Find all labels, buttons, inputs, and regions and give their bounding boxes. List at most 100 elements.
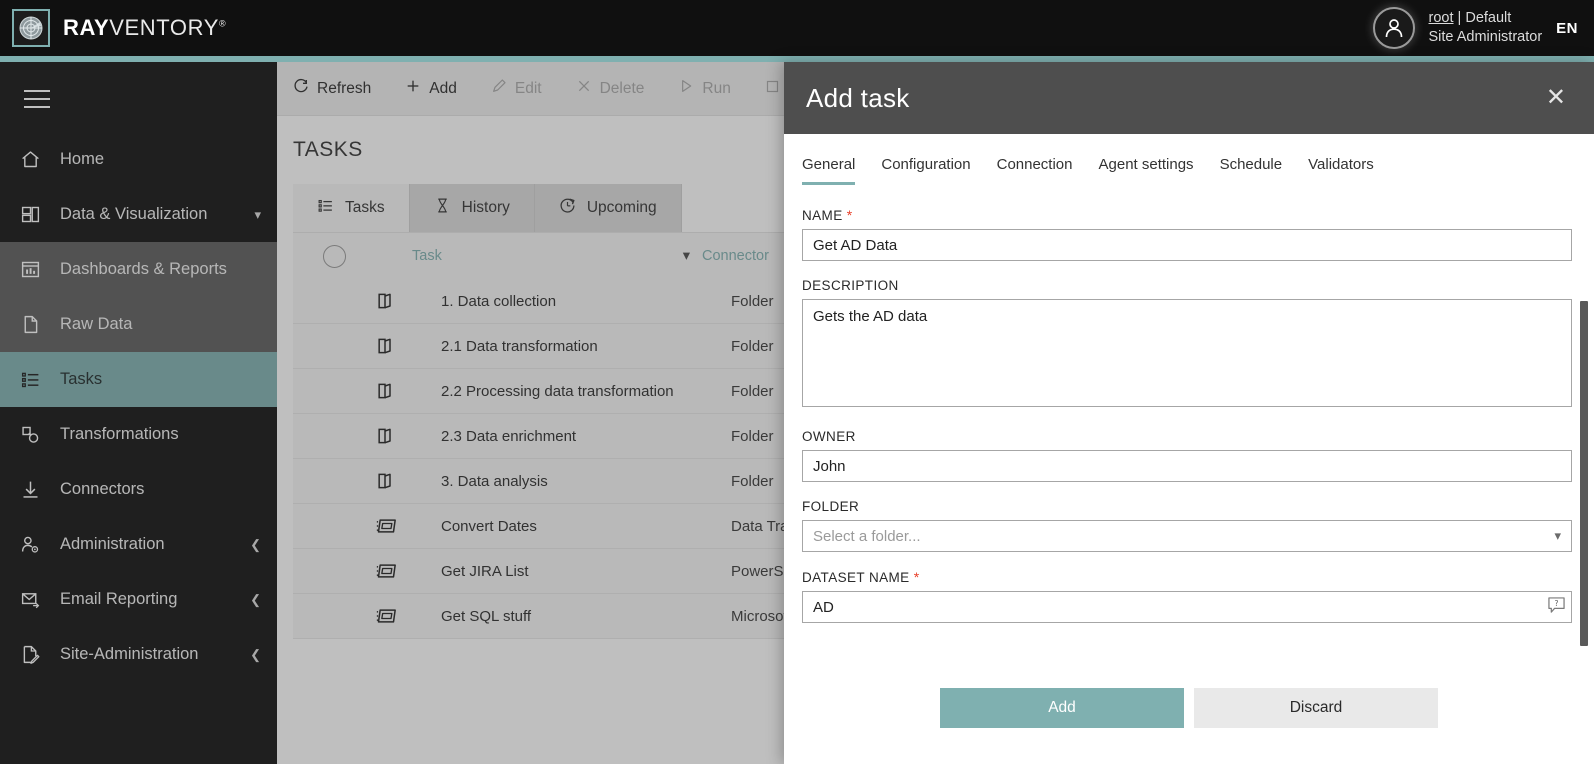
column-header-task[interactable]: Task ▾ — [412, 248, 702, 264]
task-name: 2.2 Processing data transformation — [441, 383, 731, 400]
brand-logo[interactable]: RAYVENTORY® — [0, 9, 226, 47]
home-icon — [20, 149, 50, 170]
avatar[interactable] — [1373, 7, 1415, 49]
owner-input[interactable] — [802, 450, 1572, 482]
sidebar-item-transformations[interactable]: Transformations — [0, 407, 277, 462]
chevron-left-icon: ❮ — [250, 592, 261, 608]
checkbox-icon — [765, 79, 780, 99]
folder-icon — [375, 381, 415, 401]
tab-validators[interactable]: Validators — [1308, 156, 1374, 185]
user-separator: | — [1454, 10, 1466, 26]
add-button[interactable]: Add — [405, 78, 457, 99]
sidebar-item-dashboards-reports[interactable]: Dashboards & Reports — [0, 242, 277, 297]
sidebar-item-connectors[interactable]: Connectors — [0, 462, 277, 517]
description-label: DESCRIPTION — [802, 278, 1572, 293]
sort-descending-icon: ▾ — [683, 248, 690, 264]
toolbar-button-label: Edit — [515, 80, 542, 98]
task-name: 1. Data collection — [441, 293, 731, 310]
field-name: NAME * — [802, 207, 1572, 261]
toolbar-button-label: Refresh — [317, 80, 371, 98]
task-icon — [375, 606, 415, 626]
chevron-left-icon: ❮ — [250, 647, 261, 663]
download-arrow-icon — [20, 479, 50, 500]
dataset-input-wrapper: ? — [802, 591, 1572, 623]
dialog-tabs: General Configuration Connection Agent s… — [784, 134, 1594, 185]
sidebar-item-home[interactable]: Home — [0, 132, 277, 187]
task-name: 2.1 Data transformation — [441, 338, 731, 355]
folder-icon — [375, 471, 415, 491]
sidebar-item-email-reporting[interactable]: Email Reporting ❮ — [0, 572, 277, 627]
task-name: 2.3 Data enrichment — [441, 428, 731, 445]
sidebar-item-label: Transformations — [60, 425, 179, 444]
folder-icon — [375, 336, 415, 356]
select-all-circle[interactable] — [323, 245, 346, 268]
add-task-dialog: Add task ✕ General Configuration Connect… — [784, 62, 1594, 764]
sidebar-navigation: Home Data & Visualization ▾ Dashboards &… — [0, 62, 277, 764]
sidebar-item-administration[interactable]: Administration ❮ — [0, 517, 277, 572]
tab-agent-settings[interactable]: Agent settings — [1099, 156, 1194, 185]
tab-history[interactable]: History — [410, 184, 535, 232]
user-name-link[interactable]: root — [1429, 10, 1454, 26]
sidebar-item-data-visualization[interactable]: Data & Visualization ▾ — [0, 187, 277, 242]
clock-refresh-icon — [559, 197, 576, 219]
task-name: Convert Dates — [441, 518, 731, 535]
tab-tasks[interactable]: Tasks — [293, 184, 410, 232]
close-icon[interactable]: ✕ — [1540, 82, 1572, 114]
brand-bold: RAY — [63, 15, 109, 40]
tab-configuration[interactable]: Configuration — [881, 156, 970, 185]
user-info: root | Default Site Administrator — [1429, 9, 1543, 47]
top-header-bar: RAYVENTORY® root | Default Site Administ… — [0, 0, 1594, 56]
run-button[interactable]: Run — [678, 78, 730, 99]
field-dataset-name: DATASET NAME * ? — [802, 569, 1572, 623]
folder-select[interactable] — [802, 520, 1572, 552]
add-button[interactable]: Add — [940, 688, 1184, 728]
user-role: Site Administrator — [1429, 28, 1543, 47]
discard-button[interactable]: Discard — [1194, 688, 1438, 728]
folder-icon — [375, 291, 415, 311]
folder-icon — [375, 426, 415, 446]
sidebar-item-label: Tasks — [60, 370, 102, 389]
refresh-button[interactable]: Refresh — [293, 78, 371, 99]
dataset-name-input[interactable] — [802, 591, 1572, 623]
name-input[interactable] — [802, 229, 1572, 261]
sidebar-item-site-administration[interactable]: Site-Administration ❮ — [0, 627, 277, 682]
brand-wordmark: RAYVENTORY® — [63, 15, 226, 41]
sidebar-item-label: Home — [60, 150, 104, 169]
tab-label: Upcoming — [587, 199, 657, 217]
refresh-icon — [293, 78, 309, 99]
task-icon — [375, 516, 415, 536]
dialog-footer: Add Discard — [784, 678, 1594, 764]
dialog-scrollbar[interactable] — [1580, 301, 1588, 646]
help-bubble-icon[interactable]: ? — [1547, 597, 1566, 614]
delete-button[interactable]: Delete — [576, 78, 645, 99]
language-selector[interactable]: EN — [1556, 20, 1578, 37]
tab-connection[interactable]: Connection — [997, 156, 1073, 185]
field-folder: FOLDER ▾ — [802, 499, 1572, 552]
toolbar-button-label: Add — [429, 80, 457, 98]
dialog-title: Add task — [806, 83, 910, 114]
tab-label: History — [462, 199, 510, 217]
tab-label: Tasks — [345, 199, 385, 217]
task-name: 3. Data analysis — [441, 473, 731, 490]
list-icon — [317, 197, 334, 219]
edit-button[interactable]: Edit — [491, 78, 542, 99]
sidebar-item-label: Site-Administration — [60, 645, 198, 664]
tab-upcoming[interactable]: Upcoming — [535, 184, 682, 232]
required-marker: * — [914, 569, 920, 585]
sidebar-item-label: Administration — [60, 535, 165, 554]
hourglass-icon — [434, 197, 451, 219]
svg-text:?: ? — [1554, 599, 1558, 608]
sidebar-item-raw-data[interactable]: Raw Data — [0, 297, 277, 352]
mail-arrow-icon — [20, 589, 50, 610]
sidebar-item-tasks[interactable]: Tasks — [0, 352, 277, 407]
name-label: NAME * — [802, 207, 1572, 223]
header-user-area: root | Default Site Administrator EN — [1373, 7, 1594, 49]
tab-general[interactable]: General — [802, 156, 855, 185]
hamburger-icon[interactable] — [0, 62, 60, 132]
description-textarea[interactable]: Gets the AD data — [802, 299, 1572, 407]
brand-light: VENTORY — [109, 15, 219, 40]
sidebar-item-label: Dashboards & Reports — [60, 260, 227, 279]
owner-label: OWNER — [802, 429, 1572, 444]
tab-schedule[interactable]: Schedule — [1220, 156, 1283, 185]
radar-logo-icon — [12, 9, 50, 47]
